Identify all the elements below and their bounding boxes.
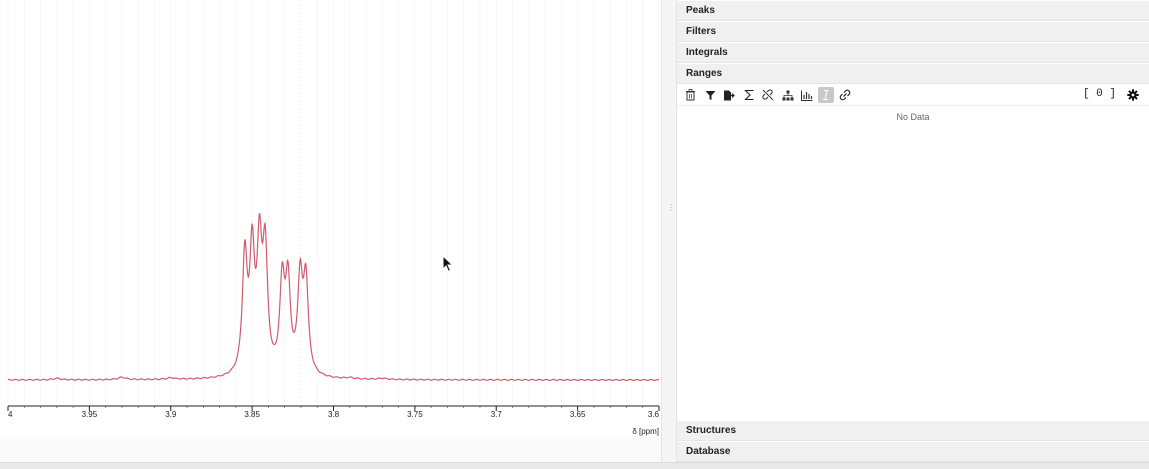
chart-footer (0, 437, 661, 462)
chart-icon[interactable] (799, 87, 815, 103)
ranges-count: [ 0 ] (1082, 88, 1116, 100)
splitter-grip-icon[interactable]: ⋮ (667, 204, 675, 216)
panel-header-database[interactable]: Database (677, 442, 1149, 462)
panel-header-structures[interactable]: Structures (677, 421, 1149, 441)
x-axis-tick-label: 4 (8, 410, 13, 419)
ranges-toolbar: [ 0 ] (677, 85, 1149, 106)
spectrum-plot[interactable]: 4 3.95 3.9 3.85 3.8 3.75 3.7 3.65 3.6 δ [ppm] (0, 0, 661, 437)
panel-header-peaks[interactable]: Peaks (677, 1, 1149, 21)
x-axis-tick-label: 3.9 (165, 410, 177, 419)
mouse-cursor-icon (442, 255, 454, 273)
side-panel: Peaks Filters Integrals Ranges [0] No … (677, 0, 1149, 462)
x-axis-tick-label: 3.6 (648, 410, 660, 419)
x-axis-tick-label: 3.85 (244, 410, 260, 419)
x-axis-label: δ [ppm] (632, 427, 659, 436)
italic-toggle-icon[interactable] (818, 87, 834, 103)
unlink-icon[interactable] (760, 87, 776, 103)
x-axis-tick-label: 3.8 (328, 410, 340, 419)
link-icon[interactable] (837, 87, 853, 103)
spectrum-chart[interactable]: 4 3.95 3.9 3.85 3.8 3.75 3.7 3.65 3.6 δ [ppm] (0, 0, 661, 437)
status-bar (0, 462, 1149, 469)
x-axis-tick-label: 3.75 (407, 410, 423, 419)
delete-icon[interactable] (682, 87, 698, 103)
x-axis-tick-label: 3.95 (82, 410, 98, 419)
panel-header-integrals[interactable]: Integrals (677, 43, 1149, 63)
export-icon[interactable] (721, 87, 737, 103)
sum-icon[interactable] (741, 87, 757, 103)
settings-gear-icon[interactable] (1125, 87, 1141, 103)
x-axis-tick-label: 3.7 (491, 410, 503, 419)
hierarchy-icon[interactable] (780, 87, 796, 103)
panel-header-ranges[interactable]: Ranges (677, 64, 1149, 84)
panel-splitter[interactable]: ⋮ (661, 0, 677, 462)
filter-icon[interactable] (702, 87, 718, 103)
ranges-empty-message: No Data (896, 112, 930, 122)
panel-header-filters[interactable]: Filters (677, 22, 1149, 42)
x-axis-tick-label: 3.65 (570, 410, 586, 419)
